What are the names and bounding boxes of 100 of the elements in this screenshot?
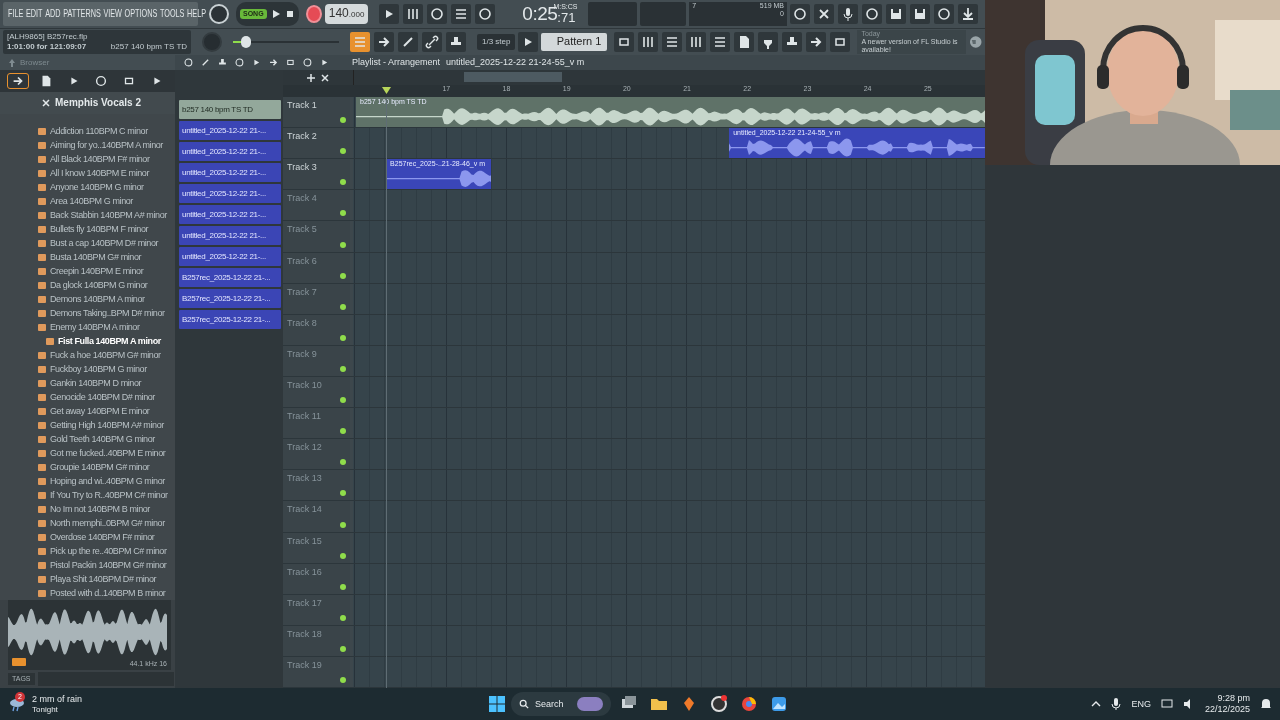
pattern-selector[interactable]: Pattern 1 xyxy=(541,33,608,51)
browser-item[interactable]: Gold Teeth 140BPM G minor xyxy=(38,432,175,446)
clock-date[interactable]: 22/12/2025 xyxy=(1204,704,1250,715)
browser-item[interactable]: Hoping and wi..40BPM G minor xyxy=(38,474,175,488)
slider-thumb[interactable] xyxy=(240,36,251,48)
pattern-prev-button[interactable] xyxy=(518,32,539,52)
browser-item[interactable]: Da glock 140BPM G minor xyxy=(38,278,175,292)
browser-item[interactable]: Demons Taking..BPM D# minor xyxy=(38,306,175,320)
clip-source-item[interactable]: B257rec_2025-12-22 21-... xyxy=(179,310,281,329)
browser-item[interactable]: Addiction 110BPM C minor xyxy=(38,124,175,138)
clip-source-item[interactable]: untitled_2025-12-22 21-... xyxy=(179,121,281,140)
browser-item[interactable]: Pistol Packin 140BPM G# minor xyxy=(38,558,175,572)
track-led-icon[interactable] xyxy=(340,397,346,404)
browser-item[interactable]: Getting High 140BPM A# minor xyxy=(38,418,175,432)
stop-icon[interactable] xyxy=(284,9,295,19)
microphone-button[interactable] xyxy=(838,4,858,24)
language-indicator[interactable]: ENG xyxy=(1131,698,1151,710)
stamp-button[interactable] xyxy=(446,32,466,52)
menu-item[interactable]: OPTIONS xyxy=(124,7,158,21)
notification-bell-icon[interactable] xyxy=(1260,698,1272,710)
pen-icon[interactable] xyxy=(200,57,211,68)
clip-source-item[interactable]: B257rec_2025-12-22 21-... xyxy=(179,289,281,308)
menu-item[interactable]: TOOLS xyxy=(159,7,185,21)
browser-app-icon[interactable] xyxy=(739,694,759,714)
browser-item[interactable]: Fist Fulla 140BPM A minor xyxy=(38,334,175,348)
close-icon[interactable] xyxy=(42,99,50,107)
microphone-icon[interactable] xyxy=(1111,698,1122,710)
clip-source-item[interactable]: untitled_2025-12-22 21-... xyxy=(179,205,281,224)
track-led-icon[interactable] xyxy=(340,583,346,590)
save-as-button[interactable] xyxy=(910,4,930,24)
browser-item[interactable]: Overdose 140BPM F# minor xyxy=(38,530,175,544)
file-button[interactable] xyxy=(734,32,755,52)
menu-item[interactable]: EDIT xyxy=(25,7,43,21)
track-led-icon[interactable] xyxy=(340,490,346,497)
track-led-icon[interactable] xyxy=(340,521,346,528)
track-led-icon[interactable] xyxy=(340,459,346,466)
browser-item[interactable]: Busta 140BPM G# minor xyxy=(38,250,175,264)
browser-item[interactable]: Aiming for yo..140BPM A minor xyxy=(38,138,175,152)
browser-item[interactable]: If You Try to R..40BPM C# minor xyxy=(38,488,175,502)
browser-item[interactable]: Got me fucked..40BPM E minor xyxy=(38,446,175,460)
track-led-icon[interactable] xyxy=(340,303,346,310)
clip-source-item[interactable]: untitled_2025-12-22 21-... xyxy=(179,142,281,161)
browser-item[interactable]: Area 140BPM G minor xyxy=(38,194,175,208)
browser-item[interactable]: Groupie 140BPM G# minor xyxy=(38,460,175,474)
pen-button[interactable] xyxy=(398,32,418,52)
track-led-icon[interactable] xyxy=(340,334,346,341)
browser-item[interactable]: Posted with d..140BPM B minor xyxy=(38,586,175,600)
browser-item[interactable]: No Im not 140BPM B minor xyxy=(38,502,175,516)
menu-item[interactable]: HELP xyxy=(187,7,207,21)
browser-item[interactable]: Gankin 140BPM D minor xyxy=(38,376,175,390)
track-led-icon[interactable] xyxy=(340,614,346,621)
clip-source-item[interactable]: untitled_2025-12-22 21-... xyxy=(179,247,281,266)
volume-knob[interactable] xyxy=(209,4,229,24)
menu-item[interactable]: FILE xyxy=(8,7,24,21)
snap-selector[interactable]: 1/3 step xyxy=(477,34,516,50)
browser-item[interactable]: North memphi..0BPM G# minor xyxy=(38,516,175,530)
link-button[interactable] xyxy=(422,32,442,52)
track-led-icon[interactable] xyxy=(340,552,346,559)
up-arrow-icon[interactable] xyxy=(8,57,16,68)
browser-item[interactable]: Genocide 140BPM D# minor xyxy=(38,390,175,404)
clip-source-item[interactable]: b257 140 bpm TS TD xyxy=(179,100,281,119)
clock-time[interactable]: 9:28 pm xyxy=(1204,693,1250,704)
master-pitch-slider[interactable] xyxy=(233,35,339,49)
track-led-icon[interactable] xyxy=(340,645,346,652)
play-icon[interactable] xyxy=(270,9,281,19)
network-icon[interactable] xyxy=(1160,699,1173,709)
browser-item[interactable]: All I know 140BPM E minor xyxy=(38,166,175,180)
cut-button[interactable] xyxy=(814,4,834,24)
clip-source-item[interactable]: untitled_2025-12-22 21-... xyxy=(179,184,281,203)
menu-item[interactable]: VIEW xyxy=(103,7,122,21)
browser-item[interactable]: Bust a cap 140BPM D# minor xyxy=(38,236,175,250)
weather-text[interactable]: 2 mm of rain xyxy=(32,693,82,705)
playhead-marker[interactable] xyxy=(382,87,392,94)
tempo-field[interactable]: 140.000 xyxy=(324,4,369,24)
clip-source-item[interactable]: untitled_2025-12-22 21-... xyxy=(179,163,281,182)
browser-tab[interactable] xyxy=(6,73,29,89)
browser-item[interactable]: Back Stabbin 140BPM A# minor xyxy=(38,208,175,222)
browser-item[interactable]: Fuck a hoe 140BPM G# minor xyxy=(38,348,175,362)
menu-item[interactable]: PATTERNS xyxy=(63,7,101,21)
overview-scrollbar-thumb[interactable] xyxy=(464,72,562,82)
track-led-icon[interactable] xyxy=(340,428,346,435)
add-track-icon[interactable] xyxy=(307,73,315,82)
browser-item[interactable]: Pick up the re..40BPM C# minor xyxy=(38,544,175,558)
remove-icon[interactable] xyxy=(321,73,329,82)
browser-item[interactable]: Fuckboy 140BPM G minor xyxy=(38,362,175,376)
track-led-icon[interactable] xyxy=(340,210,346,217)
clip-source-item[interactable]: untitled_2025-12-22 21-... xyxy=(179,226,281,245)
metronome-button[interactable] xyxy=(403,4,424,24)
browser-item[interactable]: All Black 140BPM F# minor xyxy=(38,152,175,166)
track-led-icon[interactable] xyxy=(340,677,346,684)
save-button[interactable] xyxy=(886,4,906,24)
track-led-icon[interactable] xyxy=(340,272,346,279)
image-app-icon[interactable] xyxy=(769,694,789,714)
clip-source-item[interactable]: B257rec_2025-12-22 21-... xyxy=(179,268,281,287)
browser-item[interactable]: Bullets fly 140BPM F minor xyxy=(38,222,175,236)
browser-item[interactable]: Get away 140BPM E minor xyxy=(38,404,175,418)
weather-subtext[interactable]: Tonight xyxy=(32,704,82,715)
record-button[interactable] xyxy=(305,5,322,23)
browser-item[interactable]: Creepin 140BPM E minor xyxy=(38,264,175,278)
browser-item[interactable]: Anyone 140BPM G minor xyxy=(38,180,175,194)
